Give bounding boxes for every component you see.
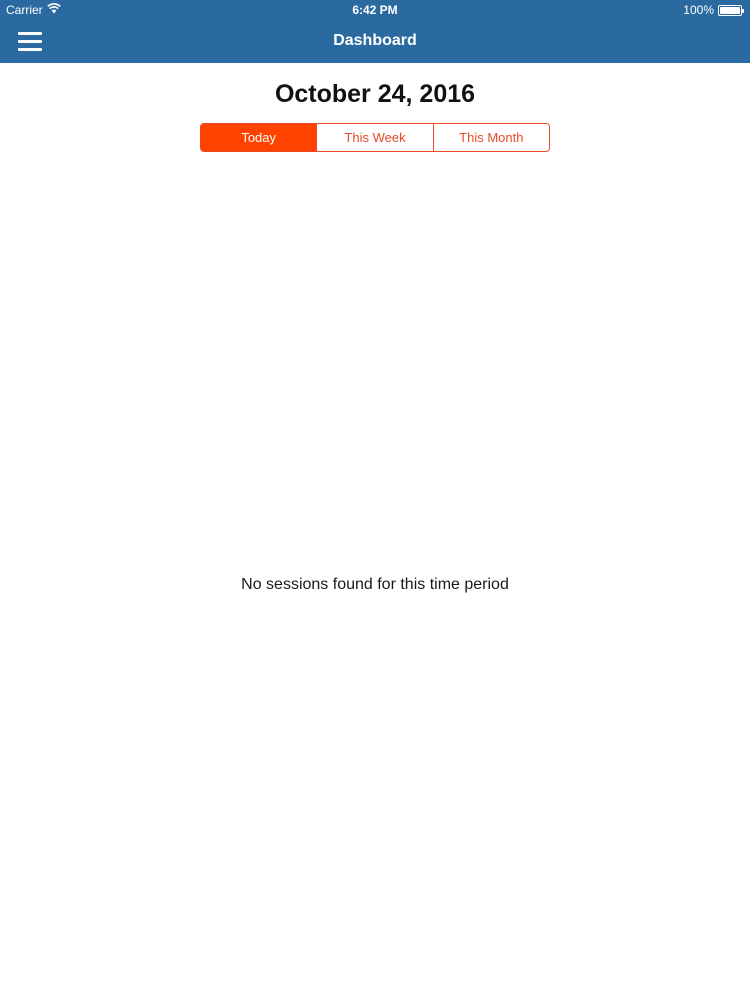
status-right: 100% [683, 3, 744, 17]
segment-this-week[interactable]: This Week [317, 124, 434, 151]
page-title: Dashboard [333, 32, 417, 49]
status-bar: Carrier 6:42 PM 100% [0, 0, 750, 20]
nav-bar: Dashboard [0, 20, 750, 63]
battery-fill [720, 6, 740, 14]
date-title: October 24, 2016 [274, 80, 476, 108]
status-time: 6:42 PM [352, 3, 398, 17]
app-header: Carrier 6:42 PM 100% Dashboard [0, 0, 750, 63]
empty-state-message: No sessions found for this time period [241, 576, 509, 593]
time-period-segmented-control: Today This Week This Month [200, 123, 550, 152]
battery-percent: 100% [683, 3, 714, 17]
battery-icon [718, 4, 744, 16]
segment-today[interactable]: Today [201, 124, 318, 151]
segment-this-month[interactable]: This Month [433, 124, 549, 151]
